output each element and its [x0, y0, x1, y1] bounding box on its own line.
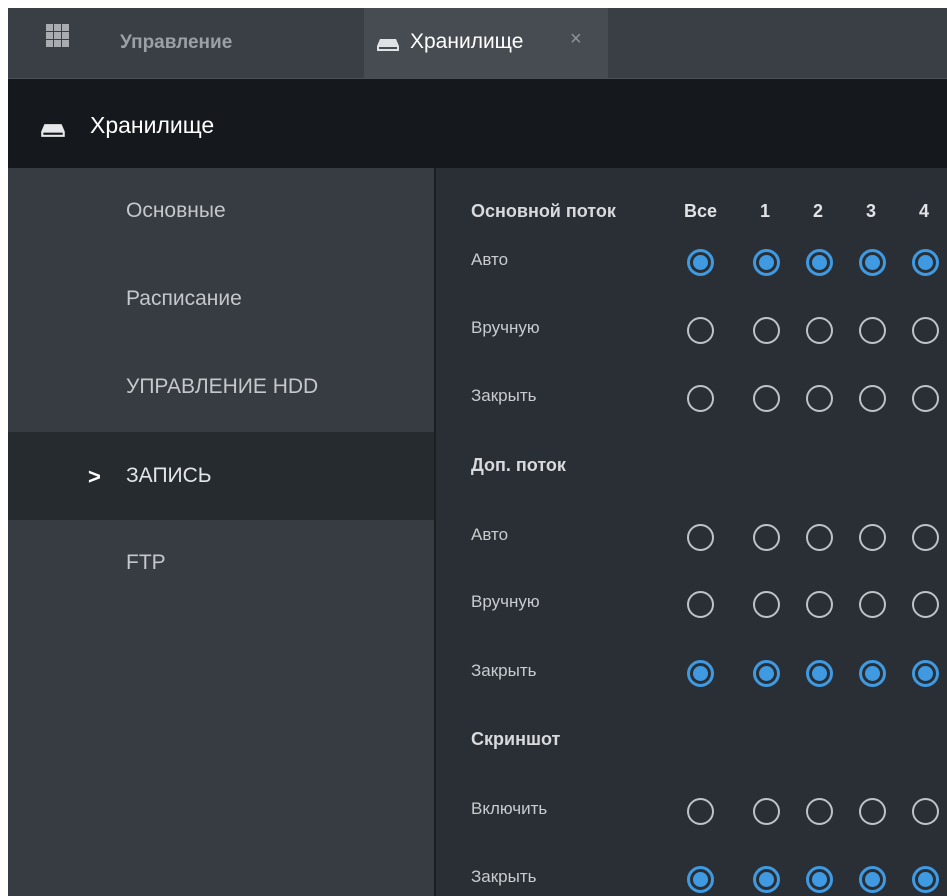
storage-app: Управление Хранилище × Хранилище Основны… — [8, 8, 947, 896]
sub-auto-radio-ch4[interactable] — [912, 524, 939, 551]
sub-stream-manual-label: Вручную — [471, 592, 540, 611]
main-manual-radio-ch2[interactable] — [806, 317, 833, 344]
hdd-icon — [41, 124, 65, 137]
snapshot-enable-label: Включить — [471, 799, 548, 818]
main-auto-radio-ch3[interactable] — [859, 249, 886, 276]
close-icon[interactable]: × — [570, 28, 582, 51]
main-manual-radio-all[interactable] — [687, 317, 714, 344]
snapshot-close-radio-ch3[interactable] — [859, 866, 886, 893]
snapshot-enable-radio-ch4[interactable] — [912, 798, 939, 825]
main-manual-radio-ch4[interactable] — [912, 317, 939, 344]
snapshot-enable-radio-ch3[interactable] — [859, 798, 886, 825]
sub-auto-radio-ch2[interactable] — [806, 524, 833, 551]
sub-close-radio-ch4[interactable] — [912, 660, 939, 687]
sub-stream-auto-label: Авто — [471, 525, 509, 544]
main-auto-radio-ch4[interactable] — [912, 249, 939, 276]
snapshot-title: Скриншот — [471, 729, 561, 749]
tab-management-label: Управление — [120, 32, 233, 53]
main-close-radio-ch1[interactable] — [753, 385, 780, 412]
main-close-radio-all[interactable] — [687, 385, 714, 412]
main-manual-radio-ch1[interactable] — [753, 317, 780, 344]
sub-stream-close-label: Закрыть — [471, 661, 537, 680]
snapshot-close-radio-all[interactable] — [687, 866, 714, 893]
snapshot-close-radio-ch4[interactable] — [912, 866, 939, 893]
page-title: Хранилище — [90, 112, 215, 138]
sidebar-item-schedule[interactable]: Расписание — [8, 256, 434, 344]
sub-manual-radio-ch4[interactable] — [912, 591, 939, 618]
main-auto-radio-all[interactable] — [687, 249, 714, 276]
sidebar-item-record[interactable]: > ЗАПИСЬ — [8, 432, 434, 520]
snapshot-close-label: Закрыть — [471, 867, 537, 886]
main-close-radio-ch3[interactable] — [859, 385, 886, 412]
sub-close-radio-ch3[interactable] — [859, 660, 886, 687]
sub-manual-radio-ch2[interactable] — [806, 591, 833, 618]
page-header: Хранилище — [8, 79, 947, 168]
sidebar-item-label: Расписание — [126, 287, 242, 310]
tab-bar: Управление Хранилище × — [8, 8, 947, 79]
main-close-radio-ch2[interactable] — [806, 385, 833, 412]
main-stream-close-label: Закрыть — [471, 386, 537, 405]
column-header-channel-2: 2 — [813, 201, 824, 221]
chevron-right-icon: > — [88, 464, 101, 489]
column-header-channel-1: 1 — [760, 201, 771, 221]
sub-auto-radio-ch1[interactable] — [753, 524, 780, 551]
main-stream-title: Основной поток — [471, 201, 616, 221]
sidebar-item-label: УПРАВЛЕНИЕ HDD — [126, 375, 319, 398]
column-header-channel-4: 4 — [919, 201, 930, 221]
tab-management[interactable]: Управление — [8, 8, 363, 78]
sub-manual-radio-all[interactable] — [687, 591, 714, 618]
sidebar-item-label: Основные — [126, 199, 226, 222]
record-settings-panel: Основной поток Все 1 2 3 4 Авто Вручную … — [436, 168, 947, 896]
main-auto-radio-ch2[interactable] — [806, 249, 833, 276]
snapshot-enable-radio-ch2[interactable] — [806, 798, 833, 825]
sub-manual-radio-ch1[interactable] — [753, 591, 780, 618]
tab-storage[interactable]: Хранилище × — [364, 8, 608, 78]
main-stream-auto-label: Авто — [471, 250, 509, 269]
sidebar-item-label: FTP — [126, 551, 166, 574]
snapshot-enable-radio-all[interactable] — [687, 798, 714, 825]
sub-stream-title: Доп. поток — [471, 455, 566, 475]
column-header-channel-3: 3 — [866, 201, 877, 221]
main-manual-radio-ch3[interactable] — [859, 317, 886, 344]
sub-auto-radio-all[interactable] — [687, 524, 714, 551]
grid-menu-icon[interactable] — [46, 24, 70, 48]
sidebar-item-general[interactable]: Основные — [8, 168, 434, 256]
tab-storage-label: Хранилище — [410, 30, 524, 53]
sidebar-item-ftp[interactable]: FTP — [8, 520, 434, 608]
main-close-radio-ch4[interactable] — [912, 385, 939, 412]
sub-auto-radio-ch3[interactable] — [859, 524, 886, 551]
snapshot-enable-radio-ch1[interactable] — [753, 798, 780, 825]
sidebar-item-label: ЗАПИСЬ — [126, 464, 212, 487]
hdd-icon — [377, 39, 399, 51]
sidebar-item-hdd-management[interactable]: УПРАВЛЕНИЕ HDD — [8, 344, 434, 432]
sub-close-radio-ch1[interactable] — [753, 660, 780, 687]
main-auto-radio-ch1[interactable] — [753, 249, 780, 276]
sidebar: Основные Расписание УПРАВЛЕНИЕ HDD > ЗАП… — [8, 168, 434, 896]
sub-manual-radio-ch3[interactable] — [859, 591, 886, 618]
sub-close-radio-ch2[interactable] — [806, 660, 833, 687]
sub-close-radio-all[interactable] — [687, 660, 714, 687]
snapshot-close-radio-ch1[interactable] — [753, 866, 780, 893]
column-header-all: Все — [684, 201, 718, 221]
snapshot-close-radio-ch2[interactable] — [806, 866, 833, 893]
main-stream-manual-label: Вручную — [471, 318, 540, 337]
